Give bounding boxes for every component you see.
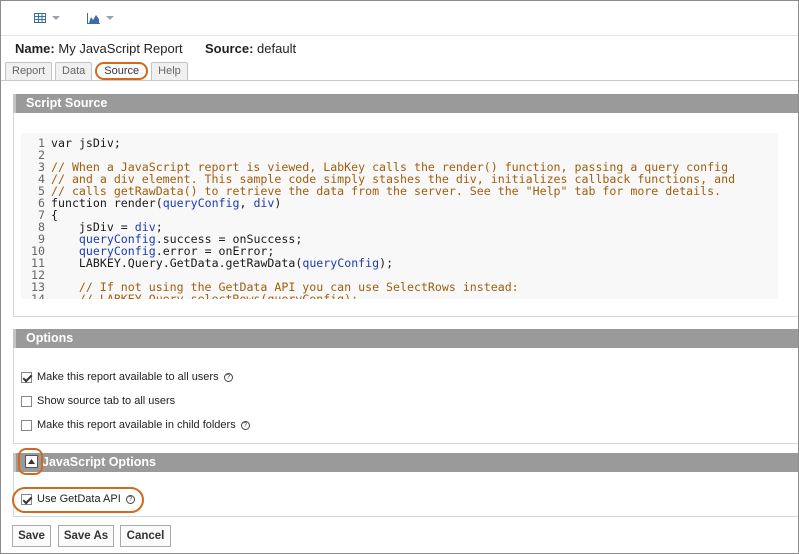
javascript-options-header: JavaScript Options [13, 453, 798, 472]
available-all-users-label: Make this report available to all users [37, 371, 219, 383]
tab-report[interactable]: Report [5, 62, 53, 80]
chart-menu[interactable] [87, 10, 114, 26]
code-editor[interactable]: 1 2 3 4 5 6 7 8 9 10 11 12 13 14 var jsDiv;// When a … [21, 133, 778, 299]
option-child-folders: Make this report available in child fold… [21, 419, 250, 431]
cancel-button[interactable]: Cancel [120, 525, 171, 547]
source-label: Source: [205, 41, 254, 56]
code-lines: var jsDiv;// When a JavaScript report is… [51, 137, 735, 299]
tab-divider [1, 80, 798, 81]
show-source-tab-label: Show source tab to all users [37, 395, 176, 407]
show-source-tab-checkbox[interactable] [21, 395, 32, 407]
line-number: 14 [31, 292, 45, 299]
tab-help[interactable]: Help [151, 62, 188, 80]
child-folders-checkbox[interactable] [21, 419, 32, 431]
options-header: Options [13, 329, 798, 348]
use-getdata-label: Use GetData API [37, 493, 121, 505]
help-icon[interactable]: ? [240, 420, 250, 430]
grid-view-icon [34, 13, 46, 23]
available-all-users-checkbox[interactable] [21, 371, 32, 383]
save-button[interactable]: Save [12, 525, 51, 547]
tab-source[interactable]: Source [95, 62, 149, 80]
use-getdata-checkbox[interactable] [21, 493, 32, 505]
save-as-button[interactable]: Save As [58, 525, 114, 547]
report-meta: Name: My JavaScript Report Source: defau… [15, 41, 296, 56]
code-line: var jsDiv; [51, 136, 121, 150]
child-folders-label: Make this report available in child fold… [37, 419, 236, 431]
code-line: function render(queryConfig, div) [51, 196, 282, 210]
tab-bar: Report Data Source Help [5, 62, 188, 81]
collapse-toggle-button[interactable] [25, 455, 38, 468]
code-line: LABKEY.Query.GetData.getRawData(queryCon… [78, 256, 394, 270]
report-editor-frame: Name: My JavaScript Report Source: defau… [0, 0, 799, 554]
option-available-all-users: Make this report available to all users … [21, 371, 233, 383]
tab-data[interactable]: Data [55, 62, 93, 80]
grid-view-menu[interactable] [34, 10, 60, 26]
option-use-getdata: Use GetData API ? [21, 493, 135, 505]
name-label: Name: [15, 41, 55, 56]
collapse-up-icon [28, 459, 35, 464]
source-value: default [257, 41, 297, 56]
javascript-options-panel: JavaScript Options [13, 453, 798, 517]
toolbar [1, 1, 798, 36]
chevron-down-icon [106, 16, 114, 20]
help-icon[interactable]: ? [125, 494, 135, 504]
help-icon[interactable]: ? [223, 372, 233, 382]
chevron-down-icon [52, 16, 60, 20]
line-number-gutter: 1 2 3 4 5 6 7 8 9 10 11 12 13 14 [21, 137, 45, 299]
option-show-source-tab: Show source tab to all users [21, 395, 175, 407]
script-source-header: Script Source [13, 94, 798, 113]
chart-icon [87, 12, 100, 24]
report-name: My JavaScript Report [58, 41, 183, 56]
